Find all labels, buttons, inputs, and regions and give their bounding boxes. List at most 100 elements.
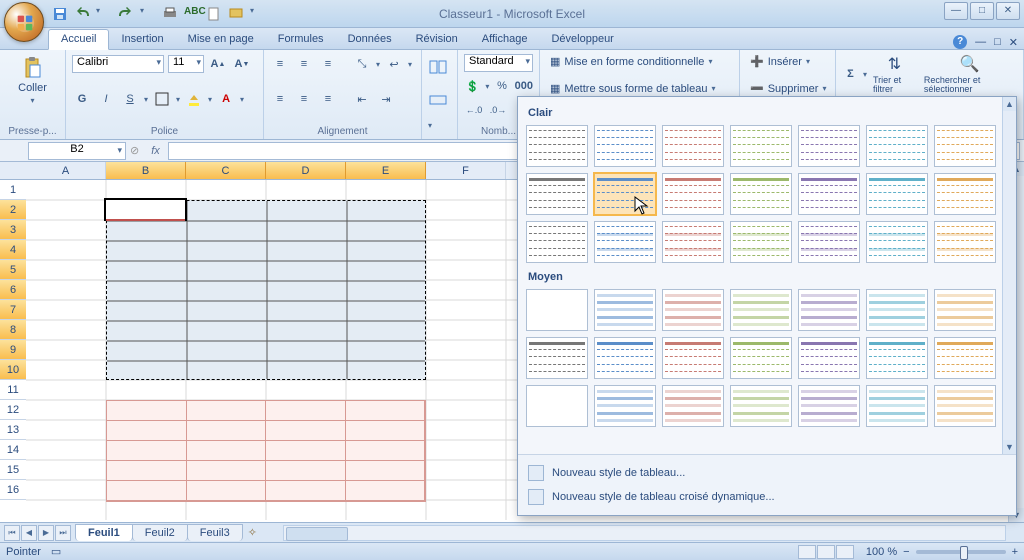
table-style-swatch[interactable]: [730, 221, 792, 263]
close-workbook-icon[interactable]: ✕: [1009, 36, 1018, 49]
undo-dropdown-icon[interactable]: ▾: [96, 6, 112, 22]
table-style-swatch[interactable]: [594, 125, 656, 167]
tab-affichage[interactable]: Affichage: [470, 30, 540, 49]
table-style-swatch[interactable]: [730, 125, 792, 167]
cancel-icon[interactable]: ⊘: [130, 144, 139, 157]
horizontal-scrollbar[interactable]: [283, 525, 1006, 541]
row-header[interactable]: 16: [0, 480, 26, 500]
gallery-scrollbar[interactable]: ▲ ▼: [1002, 97, 1016, 454]
row-header[interactable]: 2: [0, 200, 26, 220]
prev-sheet-icon[interactable]: ◀: [21, 525, 37, 541]
table-style-swatch[interactable]: [662, 385, 724, 427]
new-icon[interactable]: [206, 6, 222, 22]
redo-dropdown-icon[interactable]: ▾: [140, 6, 156, 22]
spellcheck-icon[interactable]: ABC: [184, 6, 200, 22]
conditional-formatting-button[interactable]: ▦Mise en forme conditionnelle▾: [546, 54, 733, 69]
save-icon[interactable]: [52, 6, 68, 22]
table-style-swatch[interactable]: [526, 221, 588, 263]
row-header[interactable]: 11: [0, 380, 26, 400]
decrease-decimal-icon[interactable]: .0→: [488, 100, 508, 120]
table-style-swatch[interactable]: [662, 221, 724, 263]
page-layout-view-icon[interactable]: [817, 545, 835, 559]
table-style-swatch[interactable]: [934, 125, 996, 167]
qat-customize-icon[interactable]: ▾: [250, 6, 266, 22]
row-header[interactable]: 15: [0, 460, 26, 480]
table-style-swatch[interactable]: [594, 173, 656, 215]
align-middle-icon[interactable]: ≡: [294, 54, 314, 74]
restore-window-icon[interactable]: □: [994, 36, 1001, 48]
table-style-swatch[interactable]: [866, 385, 928, 427]
table-style-swatch[interactable]: [798, 221, 860, 263]
table-style-swatch[interactable]: [798, 125, 860, 167]
row-header[interactable]: 4: [0, 240, 26, 260]
scroll-up-icon[interactable]: ▲: [1003, 97, 1016, 111]
sheet-tab[interactable]: Feuil3: [187, 524, 243, 541]
format-as-table-button[interactable]: ▦Mettre sous forme de tableau▾: [546, 81, 733, 96]
scroll-down-icon[interactable]: ▼: [1003, 440, 1016, 454]
row-header[interactable]: 14: [0, 440, 26, 460]
table-style-swatch[interactable]: [798, 173, 860, 215]
underline-icon[interactable]: S: [120, 89, 140, 109]
fx-icon[interactable]: fx: [151, 145, 160, 157]
office-button[interactable]: [4, 2, 44, 42]
name-box[interactable]: B2: [28, 142, 126, 160]
macro-record-icon[interactable]: ▭: [51, 545, 61, 558]
row-header[interactable]: 1: [0, 180, 26, 200]
merge-icon[interactable]: [428, 87, 448, 113]
shrink-font-icon[interactable]: A▼: [232, 54, 252, 74]
align-left-icon[interactable]: ≡: [270, 89, 290, 109]
table-style-swatch[interactable]: [526, 289, 588, 331]
new-pivot-style-option[interactable]: Nouveau style de tableau croisé dynamiqu…: [528, 485, 1006, 509]
table-style-swatch[interactable]: [866, 125, 928, 167]
table-style-swatch[interactable]: [662, 337, 724, 379]
align-right-icon[interactable]: ≡: [318, 89, 338, 109]
new-sheet-icon[interactable]: ✧: [242, 524, 263, 541]
redo-icon[interactable]: [118, 6, 134, 22]
row-header[interactable]: 6: [0, 280, 26, 300]
sort-filter-button[interactable]: ⇅Trier et filtrer: [871, 54, 918, 94]
tab-revision[interactable]: Révision: [404, 30, 470, 49]
delete-button[interactable]: ➖Supprimer▾: [746, 81, 829, 96]
grow-font-icon[interactable]: A▲: [208, 54, 228, 74]
tab-mise-en-page[interactable]: Mise en page: [176, 30, 266, 49]
row-header[interactable]: 10: [0, 360, 26, 380]
table-style-swatch[interactable]: [526, 385, 588, 427]
table-style-swatch[interactable]: [934, 289, 996, 331]
align-top-icon[interactable]: ≡: [270, 54, 290, 74]
table-style-swatch[interactable]: [866, 173, 928, 215]
first-sheet-icon[interactable]: ⏮: [4, 525, 20, 541]
orientation-icon[interactable]: ⤡: [352, 54, 372, 74]
row-header[interactable]: 7: [0, 300, 26, 320]
undo-icon[interactable]: [74, 6, 90, 22]
find-select-button[interactable]: 🔍Rechercher et sélectionner: [922, 54, 1017, 94]
table-style-swatch[interactable]: [798, 385, 860, 427]
zoom-out-icon[interactable]: −: [903, 546, 909, 558]
font-size-combo[interactable]: 11: [168, 55, 204, 73]
row-header[interactable]: 12: [0, 400, 26, 420]
table-style-swatch[interactable]: [662, 289, 724, 331]
minimize-ribbon-icon[interactable]: —: [975, 36, 986, 48]
number-format-combo[interactable]: Standard: [464, 54, 533, 72]
table-style-swatch[interactable]: [866, 337, 928, 379]
open-icon[interactable]: [228, 6, 244, 22]
border-icon[interactable]: [152, 89, 172, 109]
tab-donnees[interactable]: Données: [336, 30, 404, 49]
table-style-swatch[interactable]: [934, 337, 996, 379]
table-style-swatch[interactable]: [866, 289, 928, 331]
decrease-indent-icon[interactable]: ⇤: [352, 89, 372, 109]
row-header[interactable]: 13: [0, 420, 26, 440]
table-style-swatch[interactable]: [798, 337, 860, 379]
maximize-button[interactable]: □: [970, 2, 994, 20]
table-style-swatch[interactable]: [798, 289, 860, 331]
print-preview-icon[interactable]: [162, 6, 178, 22]
paste-button[interactable]: Coller ▾: [6, 54, 59, 107]
zoom-in-icon[interactable]: +: [1012, 546, 1018, 558]
next-sheet-icon[interactable]: ▶: [38, 525, 54, 541]
col-header[interactable]: C: [186, 162, 266, 179]
zoom-level[interactable]: 100 %: [866, 546, 897, 558]
increase-indent-icon[interactable]: ⇥: [376, 89, 396, 109]
align-center-icon[interactable]: ≡: [294, 89, 314, 109]
table-style-swatch[interactable]: [730, 337, 792, 379]
comma-icon[interactable]: 000: [515, 76, 533, 96]
align-bottom-icon[interactable]: ≡: [318, 54, 338, 74]
